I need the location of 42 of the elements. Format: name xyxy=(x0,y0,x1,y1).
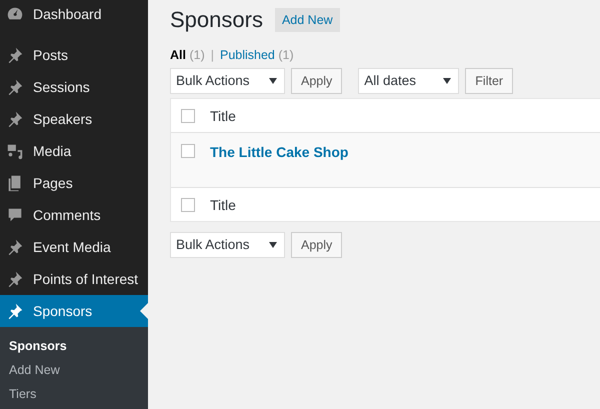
view-filter-link[interactable]: All (1) xyxy=(170,48,205,62)
page-title: Sponsors xyxy=(170,7,263,33)
checkbox[interactable] xyxy=(181,108,195,122)
menu-item[interactable]: Pages xyxy=(0,167,148,199)
dropdown-arrow-icon xyxy=(269,78,277,84)
column-header[interactable]: Title xyxy=(210,196,236,212)
dropdown-arrow-icon xyxy=(269,242,277,248)
dropdown-arrow-icon xyxy=(443,78,452,84)
menu-item[interactable]: Comments xyxy=(0,199,148,231)
submenu-item[interactable]: Add New xyxy=(0,359,148,383)
checkbox[interactable] xyxy=(181,144,195,158)
bulk-actions-dropdown[interactable]: Bulk Actions xyxy=(170,68,285,94)
separator: | xyxy=(210,48,214,62)
menu-item[interactable]: Dashboard xyxy=(0,0,148,29)
menu-item[interactable]: Media xyxy=(0,135,148,167)
pin-icon xyxy=(6,46,24,64)
checkbox[interactable] xyxy=(181,198,195,212)
menu-item[interactable]: Posts xyxy=(0,39,148,71)
media-icon xyxy=(6,142,24,160)
pin-icon xyxy=(6,238,24,256)
menu-item[interactable]: Sessions xyxy=(0,71,148,103)
post-title-link[interactable]: The Little Cake Shop xyxy=(210,144,348,160)
submenu-item[interactable]: Sponsors xyxy=(0,335,148,359)
add-new-button[interactable]: Add New xyxy=(274,8,340,32)
menu-item[interactable]: Points of Interest xyxy=(0,263,148,295)
pin-icon xyxy=(6,78,24,96)
pin-icon xyxy=(6,110,24,128)
column-header[interactable]: Title xyxy=(210,108,236,124)
pin-icon xyxy=(6,270,24,288)
dates-dropdown[interactable]: All dates xyxy=(358,68,460,94)
pin-icon xyxy=(6,302,24,320)
bulk-actions-dropdown[interactable]: Bulk Actions xyxy=(170,232,285,258)
submenu-item[interactable]: Tiers xyxy=(0,383,148,407)
apply-button[interactable]: Apply xyxy=(291,68,342,94)
menu-item[interactable]: Sponsors xyxy=(0,295,148,327)
view-filter-link[interactable]: Published (1) xyxy=(220,48,294,62)
filter-button[interactable]: Filter xyxy=(465,68,514,94)
menu-item[interactable]: Event Media xyxy=(0,231,148,263)
menu-item[interactable]: Speakers xyxy=(0,103,148,135)
current-arrow-icon xyxy=(140,303,148,319)
apply-button[interactable]: Apply xyxy=(291,232,342,258)
comment-icon xyxy=(6,206,24,224)
